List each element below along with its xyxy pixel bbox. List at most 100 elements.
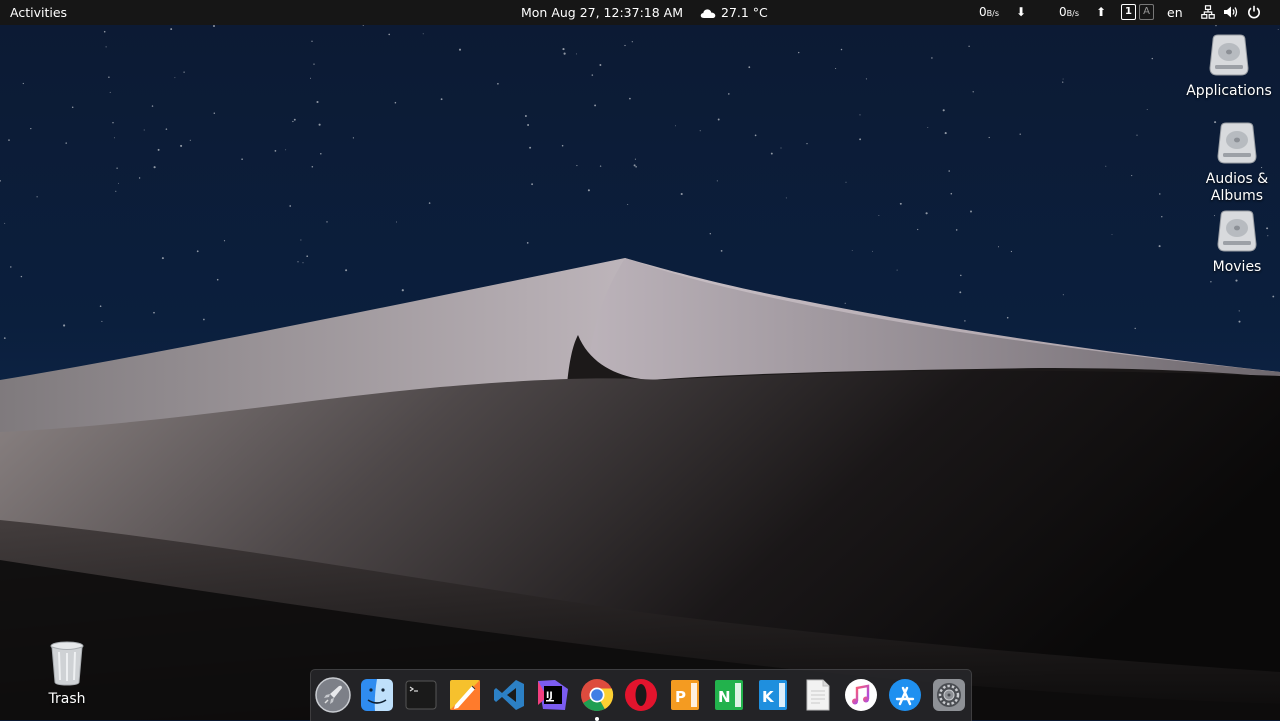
download-speed: 0B/s — [979, 5, 999, 19]
movies-label: Movies — [1212, 259, 1262, 275]
temperature: 27.1 °C — [721, 5, 768, 20]
trash[interactable]: Trash — [40, 640, 94, 708]
date-time[interactable]: Mon Aug 27, 12:37:18 AM — [521, 0, 683, 25]
dock-opera[interactable] — [623, 677, 659, 713]
dock-numbers[interactable]: N — [711, 677, 747, 713]
star — [633, 164, 636, 167]
dock-keynote[interactable]: K — [755, 677, 791, 713]
star — [318, 123, 321, 126]
star — [798, 51, 800, 54]
gear-icon — [933, 679, 965, 711]
dock-vscode[interactable] — [491, 677, 527, 713]
star — [1131, 175, 1133, 177]
star — [527, 124, 530, 126]
star — [320, 152, 322, 155]
hard-drive-icon — [1217, 122, 1257, 164]
dock-pages[interactable]: P — [667, 677, 703, 713]
star — [859, 138, 862, 141]
star — [955, 229, 958, 231]
star — [10, 266, 12, 268]
volume-icon — [1224, 6, 1238, 18]
star — [944, 132, 947, 135]
star — [1210, 281, 1212, 283]
star — [770, 152, 773, 155]
audios-albums-drive[interactable]: Audios & Albums — [1194, 120, 1280, 205]
dock-chrome[interactable] — [579, 677, 615, 721]
star — [1146, 109, 1148, 111]
star — [316, 100, 319, 104]
dock-launchpad[interactable] — [315, 677, 351, 713]
language-indicator[interactable]: en — [1167, 0, 1183, 25]
dock-finder[interactable] — [359, 677, 395, 713]
hard-drive-icon — [1209, 34, 1249, 76]
star — [20, 275, 23, 278]
power-icon — [1248, 5, 1260, 19]
star — [3, 337, 6, 339]
star — [562, 48, 565, 51]
star — [845, 181, 847, 183]
star — [113, 137, 115, 139]
dock-intellij-idea[interactable]: IJ — [535, 677, 571, 713]
keynote-icon: K — [759, 680, 787, 710]
star — [428, 202, 431, 204]
star — [948, 170, 950, 172]
star — [189, 139, 191, 141]
activities-button[interactable]: Activities — [10, 0, 67, 25]
star — [851, 249, 853, 251]
star — [422, 33, 424, 35]
star — [959, 291, 962, 294]
star — [927, 126, 929, 128]
svg-text:N: N — [718, 688, 731, 706]
star — [63, 324, 66, 327]
star — [896, 269, 898, 271]
dock-terminal[interactable] — [403, 677, 439, 713]
star — [531, 183, 533, 186]
star — [680, 192, 683, 196]
dock-itunes[interactable] — [843, 677, 879, 713]
system-tray[interactable] — [1201, 5, 1269, 21]
star — [634, 158, 636, 160]
star — [326, 221, 328, 223]
star — [561, 144, 564, 147]
star — [196, 250, 199, 253]
top-panel: Activities Mon Aug 27, 12:37:18 AM 27.1 … — [0, 0, 1280, 25]
star — [1062, 78, 1064, 80]
star — [780, 147, 782, 149]
star — [401, 289, 404, 292]
star — [311, 40, 313, 42]
star — [1136, 134, 1138, 136]
star — [720, 250, 723, 252]
star — [165, 128, 168, 130]
dock: IJ P N K — [310, 669, 972, 721]
download-arrow-icon: ⬇ — [1016, 5, 1027, 19]
star — [931, 57, 933, 59]
workspace-indicator: 1A — [1121, 4, 1157, 20]
dock-app-store[interactable] — [887, 677, 923, 713]
star — [151, 105, 154, 107]
star — [576, 53, 577, 55]
star — [109, 91, 111, 93]
dock-text-editor[interactable] — [799, 677, 835, 713]
movies-drive[interactable]: Movies — [1194, 208, 1280, 276]
trash-icon — [50, 641, 84, 686]
star — [213, 112, 216, 114]
workspace-a[interactable]: A — [1139, 4, 1154, 20]
star — [716, 180, 718, 182]
workspace-1[interactable]: 1 — [1121, 4, 1136, 20]
star — [594, 104, 597, 107]
applications-drive[interactable]: Applications — [1186, 32, 1272, 100]
music-note-icon — [845, 679, 877, 711]
star — [311, 166, 314, 168]
dock-sketch[interactable] — [447, 677, 483, 713]
star — [627, 204, 629, 205]
star — [274, 150, 277, 152]
star — [529, 146, 532, 149]
star — [22, 82, 24, 85]
star — [216, 278, 219, 281]
chrome-icon — [581, 679, 614, 711]
weather-indicator[interactable]: 27.1 °C — [700, 0, 768, 25]
dock-system-preferences[interactable] — [931, 677, 967, 713]
star — [306, 255, 309, 258]
applications-label: Applications — [1186, 83, 1272, 99]
star — [143, 129, 145, 131]
